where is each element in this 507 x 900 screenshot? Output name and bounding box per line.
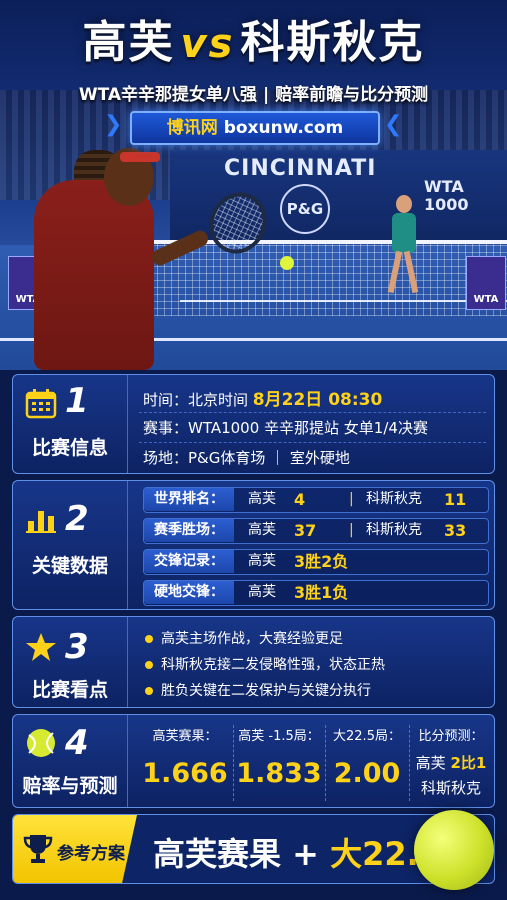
match-time: 时间：北京时间 8月22日 08:30	[143, 385, 382, 410]
match-event: 赛事：WTA1000 辛辛那提站 女单1/4决赛	[143, 419, 428, 437]
section-title: 赔率与预测	[22, 775, 118, 797]
stat-label: 硬地交锋：	[144, 581, 234, 604]
key-stats-card: 2 关键数据 世界排名： 高芙 4 | 科斯秋克 11 赛季胜场： 高芙 37 …	[12, 480, 495, 610]
player-a-name: 高芙	[82, 17, 175, 68]
plan-value: 高芙赛果 + 大22.5	[153, 829, 441, 875]
stat-value-a: 4	[294, 490, 306, 509]
match-info-card: 1 比赛信息 时间：北京时间 8月22日 08:30 赛事：WTA1000 辛辛…	[12, 374, 495, 474]
tennis-net	[150, 240, 507, 316]
chevron-right-icon: ❮	[384, 112, 403, 137]
odds-label: 大22.5局：	[333, 729, 401, 744]
stat-row-hard-h2h: 硬地交锋： 高芙 3胜1负	[143, 580, 489, 606]
prediction-player-b: 科斯秋克	[420, 779, 481, 797]
section-number: 4	[65, 723, 89, 763]
stat-separator: |	[349, 491, 354, 507]
highlight-item: 胜负关键在二发保护与关键分执行	[145, 680, 371, 700]
page-title: 高芙 vs 科斯秋克	[0, 6, 507, 70]
wta-level: 1000	[424, 195, 469, 214]
odds-value: 1.833	[236, 758, 322, 789]
stat-row-ranking: 世界排名： 高芙 4 | 科斯秋克 11	[143, 487, 489, 513]
odds-item: 高芙 -1.5局： 1.833	[233, 725, 325, 789]
odds-label: 高芙 -1.5局：	[238, 729, 320, 744]
sponsor-logo: P&G	[280, 184, 330, 234]
prediction-label: 比分预测：	[418, 729, 484, 744]
section-title: 比赛看点	[31, 679, 108, 701]
site-link[interactable]: 博讯网 boxunw.com	[130, 111, 380, 145]
calendar-icon	[25, 389, 57, 419]
time-value: 8月22日 08:30	[252, 390, 383, 410]
section-number: 3	[65, 627, 89, 667]
prediction-score: 2比1	[450, 754, 487, 772]
prediction-player-a: 高芙	[415, 754, 446, 772]
plan-pick-a: 高芙赛果	[153, 835, 282, 873]
tennis-ball-icon	[27, 729, 55, 757]
tennis-ball-icon	[414, 810, 494, 890]
stat-label: 交锋记录：	[144, 550, 234, 573]
wta-brand: WTA	[424, 177, 464, 196]
plan-label: 参考方案	[57, 844, 125, 864]
stat-value-a: 3胜2负	[294, 552, 349, 571]
stat-value-b: 33	[444, 521, 467, 540]
score-prediction: 比分预测： 高芙 2比1 科斯秋克	[409, 725, 493, 798]
stat-row-season-wins: 赛季胜场： 高芙 37 | 科斯秋克 33	[143, 518, 489, 544]
section-title: 关键数据	[31, 555, 108, 577]
stat-player-a: 高芙	[248, 553, 276, 569]
bar-chart-icon	[26, 511, 56, 533]
highlight-item: 高芙主场作战，大赛经验更足	[145, 628, 343, 648]
odds-label: 高芙赛果：	[152, 729, 218, 744]
stat-value-a: 37	[294, 521, 317, 540]
odds-value: 1.666	[142, 758, 228, 789]
highlight-item: 科斯秋克接二发侵略性强，状态正热	[145, 654, 385, 674]
section-title: 比赛信息	[31, 437, 108, 459]
tennis-ball-icon	[280, 256, 294, 270]
player-kostyuk	[387, 195, 419, 295]
site-name: 博讯网	[166, 118, 218, 138]
wta-flag-right: WTA	[466, 256, 506, 310]
section-number: 1	[65, 381, 89, 421]
section-number: 2	[65, 499, 89, 539]
stat-player-a: 高芙	[248, 584, 276, 600]
odds-card: 4 赔率与预测 高芙赛果： 1.666 高芙 -1.5局： 1.833 大22.…	[12, 714, 495, 808]
stat-player-a: 高芙	[248, 522, 276, 538]
wta-1000-logo: WTA 1000	[424, 178, 469, 214]
banner-text: CINCINNATI	[224, 156, 377, 181]
stat-label: 赛季胜场：	[144, 519, 234, 542]
trophy-icon	[23, 835, 53, 863]
match-venue: 场地：P&G体育场 ｜ 室外硬地	[143, 449, 350, 467]
headband	[120, 152, 160, 162]
highlights-card: 3 比赛看点 高芙主场作战，大赛经验更足 科斯秋克接二发侵略性强，状态正热 胜负…	[12, 616, 495, 708]
stat-separator: |	[349, 522, 354, 538]
odds-item: 大22.5局： 2.00	[325, 725, 409, 789]
vs-label: vs	[180, 21, 235, 67]
stat-player-b: 科斯秋克	[366, 522, 422, 538]
stat-player-b: 科斯秋克	[366, 491, 422, 507]
player-gauff	[34, 180, 154, 370]
stat-value-b: 11	[444, 490, 467, 509]
subtitle: WTA辛辛那提女单八强 | 赔率前瞻与比分预测	[78, 85, 429, 105]
chevron-left-icon: ❯	[104, 112, 123, 137]
star-icon	[26, 633, 56, 661]
divider	[139, 442, 486, 443]
time-label: 时间：北京时间	[143, 391, 249, 409]
site-domain: boxunw.com	[223, 118, 344, 138]
stat-label: 世界排名：	[144, 488, 234, 511]
player-b-name: 科斯秋克	[240, 17, 425, 68]
stat-value-a: 3胜1负	[294, 583, 349, 602]
divider	[139, 412, 486, 413]
stat-player-a: 高芙	[248, 491, 276, 507]
odds-value: 2.00	[333, 758, 401, 789]
stat-row-h2h: 交锋记录： 高芙 3胜2负	[143, 549, 489, 575]
odds-item: 高芙赛果： 1.666	[137, 725, 233, 789]
plan-plus: +	[292, 835, 319, 873]
